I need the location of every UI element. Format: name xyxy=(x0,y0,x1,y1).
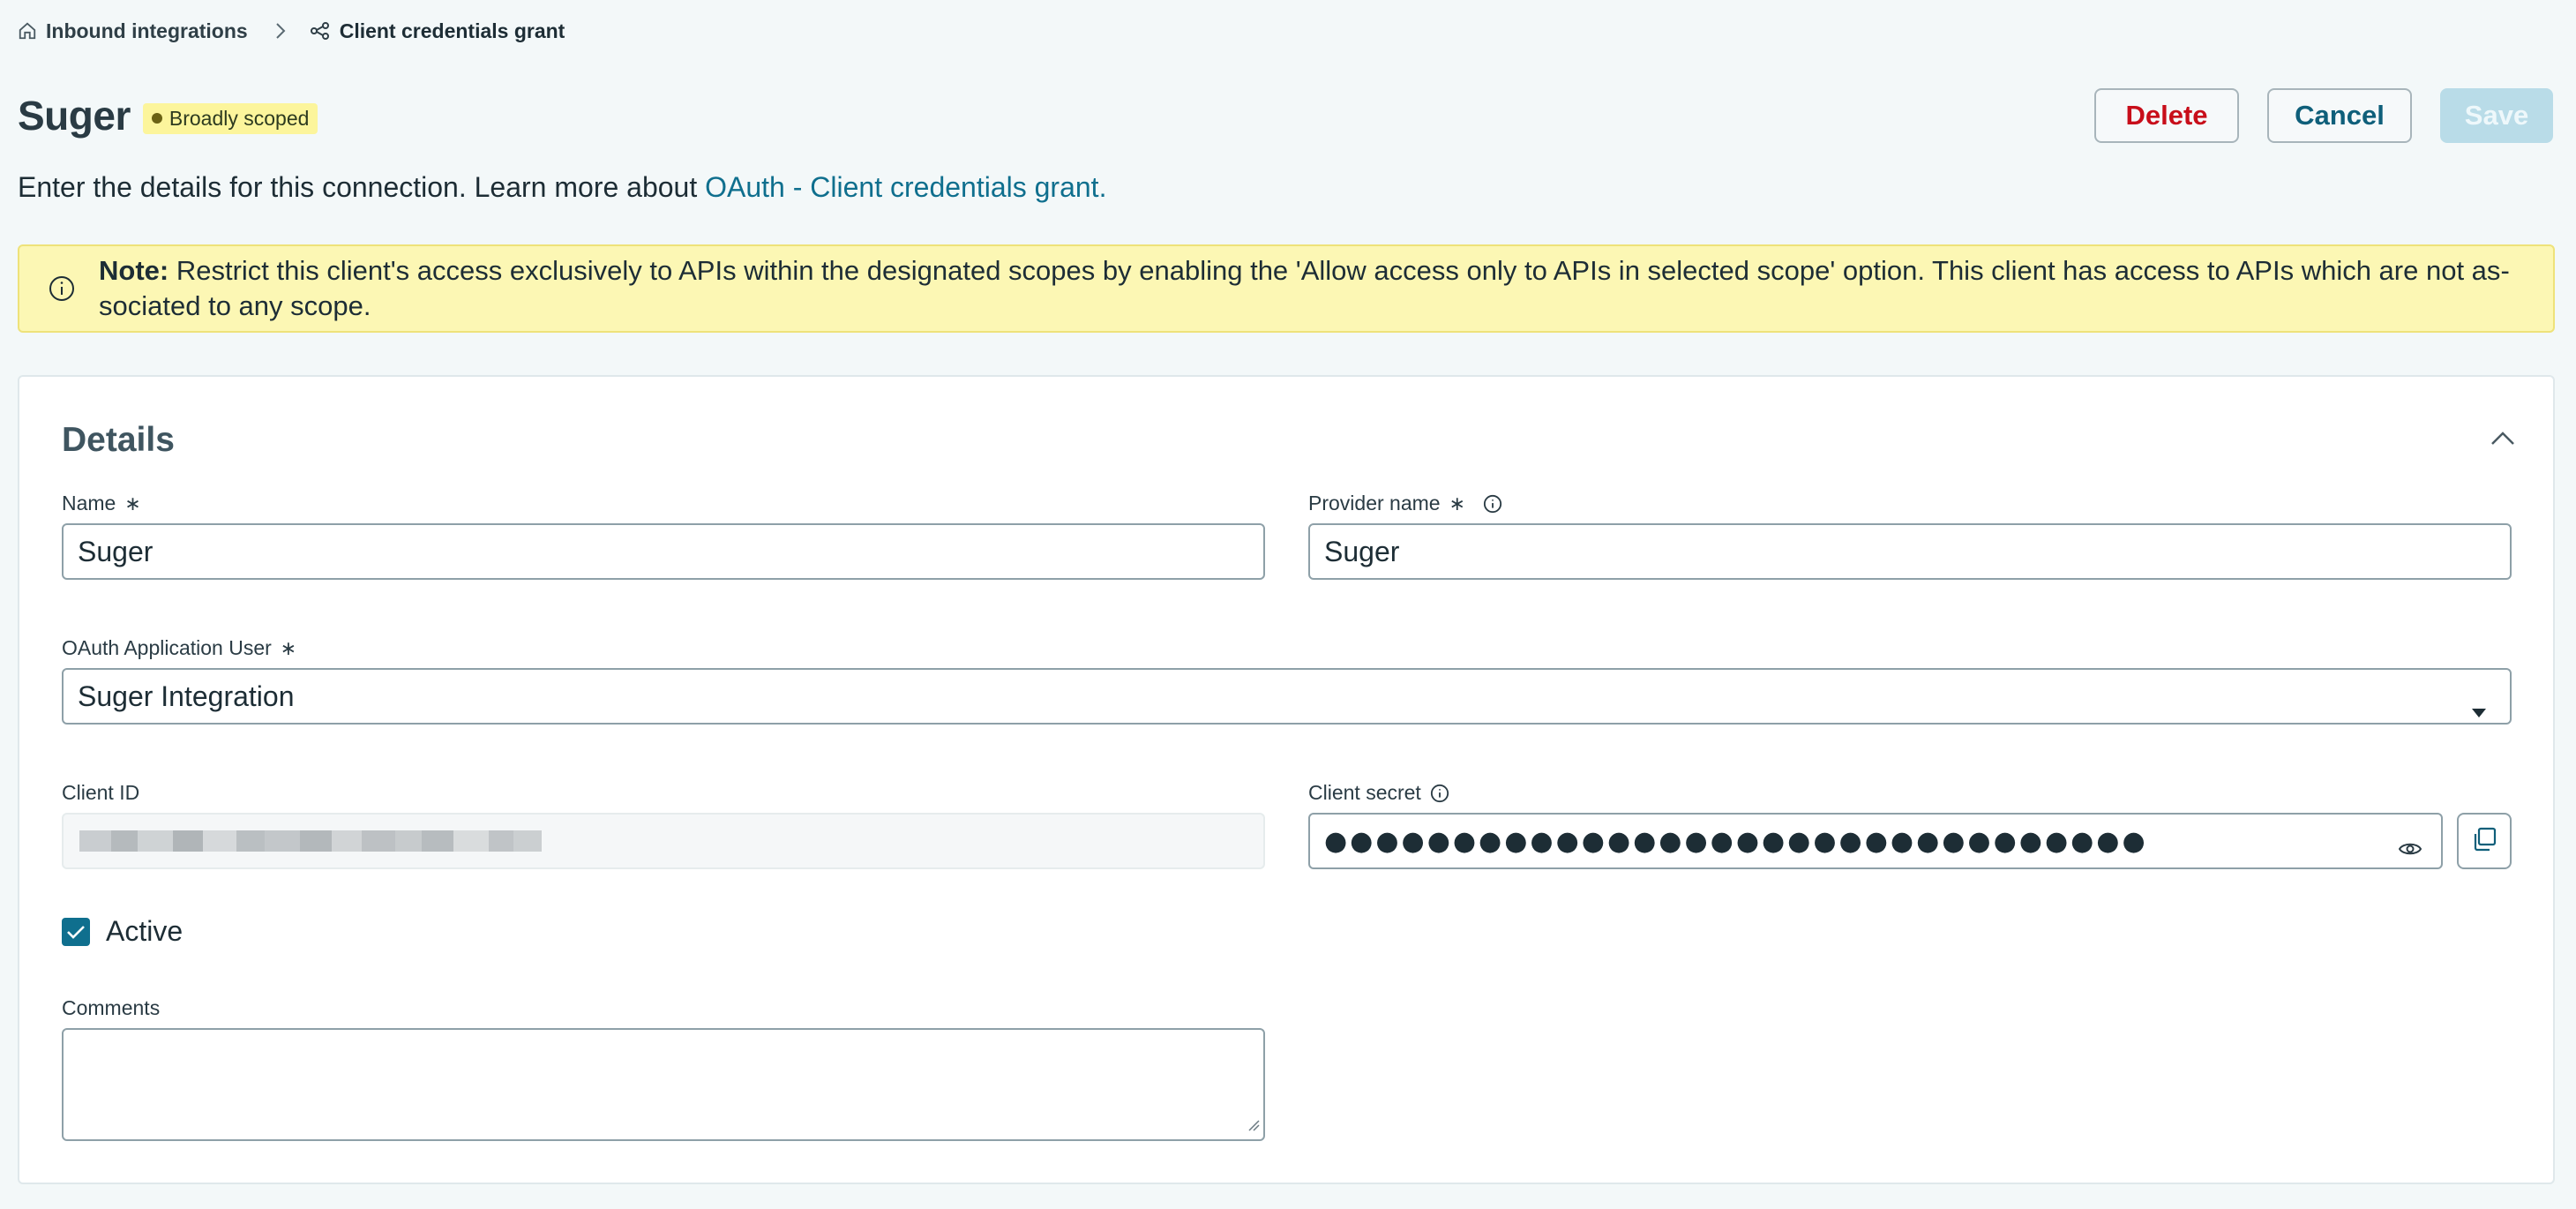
info-icon[interactable] xyxy=(1483,494,1502,514)
intro-description: Enter the details for this connection. L… xyxy=(18,171,706,203)
client-secret-input[interactable]: ●●●●●●●●●●●●●●●●●●●●●●●●●●●●●●●● xyxy=(1308,813,2443,869)
comments-field-label: Comments xyxy=(62,996,160,1020)
provider-name-input[interactable]: Suger xyxy=(1308,523,2512,580)
resize-grip-icon[interactable] xyxy=(1247,1119,1260,1136)
note-label: Note: xyxy=(99,255,169,286)
chevron-up-icon[interactable] xyxy=(2490,430,2516,452)
oauth-user-field-label: OAuth Application User ∗ xyxy=(62,636,296,660)
integration-icon xyxy=(310,21,331,41)
eye-icon[interactable] xyxy=(2398,832,2422,865)
oauth-user-select[interactable]: Suger Integration xyxy=(62,668,2512,725)
info-icon[interactable] xyxy=(1430,784,1449,803)
cancel-button[interactable]: Cancel xyxy=(2267,88,2412,143)
required-marker: ∗ xyxy=(1449,492,1466,514)
copy-secret-button[interactable] xyxy=(2457,813,2512,869)
name-field-label: Name ∗ xyxy=(62,492,141,515)
header-actions: Delete Cancel Save xyxy=(2094,88,2553,143)
intro-text: Enter the details for this connection. L… xyxy=(18,171,1106,204)
home-icon xyxy=(18,21,37,41)
status-badge-label: Broadly scoped xyxy=(168,106,310,130)
oauth-user-selected-value: Suger Integration xyxy=(78,680,295,712)
breadcrumb: Inbound integrations Client credentials … xyxy=(18,16,565,46)
note-text: Note: Restrict this client's access excl… xyxy=(99,253,2542,324)
caret-down-icon xyxy=(2471,693,2487,725)
oauth-docs-link[interactable]: OAuth - Client credentials grant. xyxy=(705,171,1106,203)
oauth-user-label-text: OAuth Application User xyxy=(62,636,272,659)
client-id-input[interactable] xyxy=(62,813,1265,869)
provider-name-label-text: Provider name xyxy=(1308,492,1441,514)
page-title: Suger xyxy=(18,93,131,139)
details-section-title: Details xyxy=(62,421,175,459)
breadcrumb-parent-label[interactable]: Inbound integrations xyxy=(46,19,248,43)
details-panel: Details Name ∗ Suger Provider name ∗ Sug… xyxy=(18,375,2555,1184)
checkmark-icon xyxy=(67,925,85,939)
client-secret-label-text: Client secret xyxy=(1308,781,1421,804)
status-badge: Broadly scoped xyxy=(142,102,318,134)
client-id-field-label: Client ID xyxy=(62,781,139,805)
client-id-redacted-value xyxy=(79,830,542,852)
name-label-text: Name xyxy=(62,492,116,514)
chevron-right-icon xyxy=(274,21,287,41)
breadcrumb-item-current: Client credentials grant xyxy=(310,19,565,43)
comments-label-text: Comments xyxy=(62,996,161,1019)
breadcrumb-item-inbound-integrations[interactable]: Inbound integrations xyxy=(18,19,248,43)
active-checkbox-label: Active xyxy=(106,915,183,947)
status-dot-icon xyxy=(151,113,162,124)
name-input[interactable]: Suger xyxy=(62,523,1265,580)
note-body: Restrict this client's access exclusivel… xyxy=(99,255,2510,321)
required-marker: ∗ xyxy=(124,492,141,514)
client-secret-field-label: Client secret xyxy=(1308,781,1449,805)
copy-icon xyxy=(2471,826,2497,857)
client-id-label-text: Client ID xyxy=(62,781,140,804)
required-marker: ∗ xyxy=(280,636,297,659)
title-row: Suger Broadly scoped xyxy=(18,85,318,146)
client-secret-masked-value: ●●●●●●●●●●●●●●●●●●●●●●●●●●●●●●●● xyxy=(1324,825,2148,857)
scope-warning-banner: Note: Restrict this client's access excl… xyxy=(18,244,2555,333)
delete-button[interactable]: Delete xyxy=(2094,88,2239,143)
active-checkbox-row[interactable]: Active xyxy=(62,915,183,948)
comments-textarea[interactable] xyxy=(62,1028,1265,1141)
breadcrumb-current-label: Client credentials grant xyxy=(339,19,565,42)
active-checkbox[interactable] xyxy=(62,917,90,946)
provider-name-field-label: Provider name ∗ xyxy=(1308,492,1502,515)
info-icon xyxy=(48,274,76,307)
save-button[interactable]: Save xyxy=(2440,88,2553,143)
